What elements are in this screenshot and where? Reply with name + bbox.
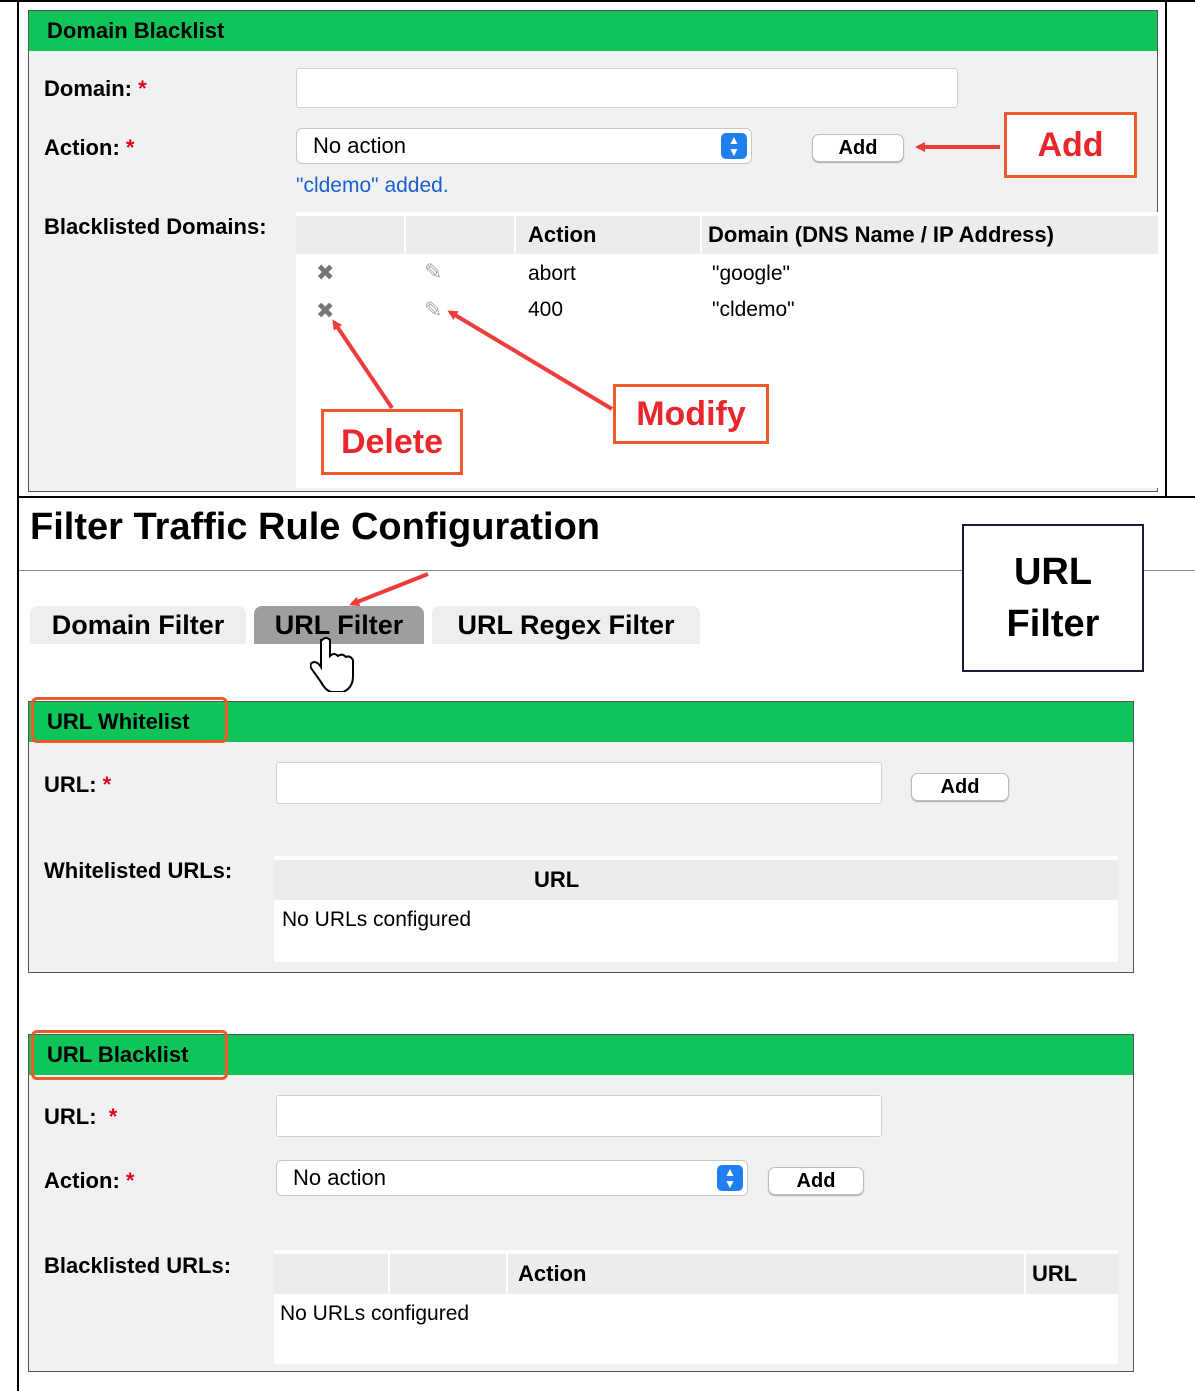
blacklisted-urls-table: Action URL No URLs configured <box>274 1250 1118 1364</box>
arrow-to-delete <box>332 319 394 410</box>
whitelisted-urls-table: URL No URLs configured <box>274 856 1118 962</box>
url-blacklist-highlight <box>31 1030 228 1080</box>
arrow-to-modify <box>447 310 614 411</box>
column-url: URL <box>534 867 580 892</box>
chevron-updown-icon: ▲ ▼ <box>717 1165 743 1191</box>
annotation-arrow-lower <box>349 572 429 607</box>
add-whitelist-button[interactable]: Add <box>911 773 1009 801</box>
blacklisted-urls-label: Blacklisted URLs: <box>44 1253 232 1278</box>
whitelisted-urls-label: Whitelisted URLs: <box>44 858 233 883</box>
column-url: URL <box>1032 1261 1078 1286</box>
url-label: URL: * <box>44 1104 118 1129</box>
add-blacklist-button[interactable]: Add <box>768 1167 864 1195</box>
empty-message: No URLs configured <box>282 908 472 931</box>
arrow-to-url-filter-tab <box>349 572 429 607</box>
action-select-value: No action <box>293 1165 386 1190</box>
action-label: Action: * <box>44 1168 135 1193</box>
blacklist-url-input[interactable] <box>276 1095 882 1137</box>
annotation-arrows-top <box>332 142 1000 411</box>
column-action: Action <box>518 1261 587 1286</box>
blacklist-action-select[interactable]: No action ▲ ▼ <box>276 1160 748 1196</box>
table-header: URL <box>274 860 1118 900</box>
url-label: URL: * <box>44 772 112 797</box>
empty-message: No URLs configured <box>280 1302 470 1325</box>
table-header: Action URL <box>274 1254 1118 1294</box>
whitelist-url-input[interactable] <box>276 762 882 804</box>
page-title: Filter Traffic Rule Configuration <box>30 506 601 548</box>
